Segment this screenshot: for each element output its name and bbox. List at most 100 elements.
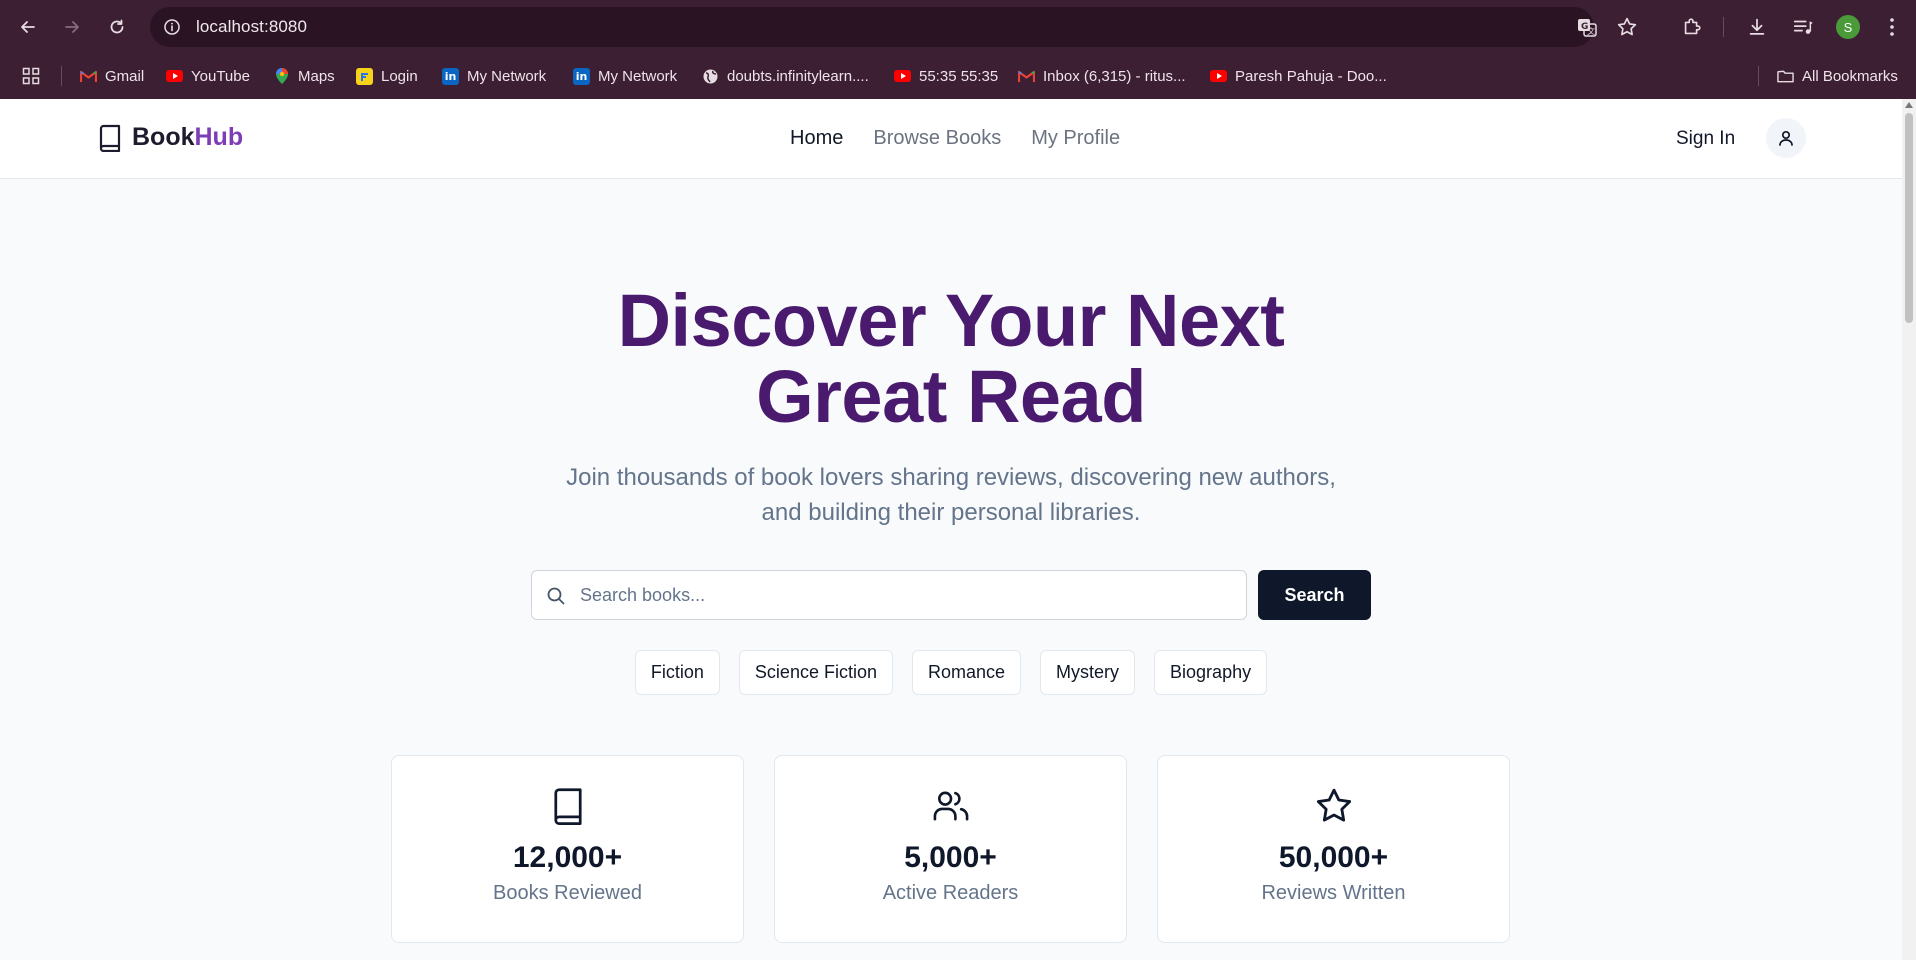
logo-book: Book <box>132 123 195 151</box>
linkedin-icon: in <box>573 67 590 85</box>
star-outline-icon <box>1617 17 1637 36</box>
extensions-button[interactable] <box>1680 15 1704 39</box>
logo-hub: Hub <box>194 123 244 151</box>
back-button[interactable] <box>12 11 44 43</box>
flipkart-icon <box>356 67 373 85</box>
bookmark-my-network-1[interactable]: in My Network <box>442 64 546 88</box>
hero-title-line-1: Discover Your Next <box>617 279 1285 362</box>
hero-subtitle-line-2: and building their personal libraries. <box>761 499 1141 526</box>
search-button[interactable]: Search <box>1258 570 1371 620</box>
nav-link-my-profile[interactable]: My Profile <box>1031 127 1120 150</box>
bookmarks-bar: Gmail YouTube Maps Login in My Network i… <box>0 54 1916 99</box>
all-bookmarks-button[interactable]: All Bookmarks <box>1777 64 1898 88</box>
youtube-icon <box>894 70 911 82</box>
genre-chip-mystery[interactable]: Mystery <box>1040 650 1136 695</box>
stat-value: 12,000+ <box>512 841 623 874</box>
reload-icon <box>110 19 124 34</box>
page-viewport: BookHub Home Browse Books My Profile Sig… <box>0 99 1902 960</box>
bookmark-paresh[interactable]: Paresh Pahuja - Doo... <box>1210 64 1387 88</box>
translate-icon: G文 <box>1578 19 1597 37</box>
bookmark-label: My Network <box>467 67 547 85</box>
logo-text: BookHub <box>132 123 243 152</box>
bookmark-label: All Bookmarks <box>1802 67 1898 85</box>
bookmark-inbox[interactable]: Inbox (6,315) - ritus... <box>1018 64 1186 88</box>
profile-initial: S <box>1843 19 1853 35</box>
page-scrollbar[interactable] <box>1902 99 1916 960</box>
bookmark-label: Inbox (6,315) - ritus... <box>1043 67 1186 85</box>
youtube-icon <box>166 70 183 82</box>
forward-button[interactable] <box>56 11 88 43</box>
genre-chips: Fiction Science Fiction Romance Mystery … <box>0 650 1902 695</box>
bookmarks-divider <box>1758 66 1759 86</box>
bookmark-label: YouTube <box>191 67 250 85</box>
svg-text:文: 文 <box>1587 26 1595 36</box>
arrow-left-icon <box>21 21 35 33</box>
bookmark-maps[interactable]: Maps <box>273 64 335 88</box>
folder-icon <box>1777 68 1794 85</box>
hero-subtitle-line-1: Join thousands of book lovers sharing re… <box>566 464 1336 491</box>
search-icon <box>546 586 566 606</box>
globe-icon <box>702 68 719 85</box>
scrollbar-thumb[interactable] <box>1905 113 1913 323</box>
nav-link-home[interactable]: Home <box>790 127 843 150</box>
more-vertical-icon <box>1890 18 1894 36</box>
info-icon <box>164 19 180 35</box>
media-control-button[interactable] <box>1791 15 1815 39</box>
site-info-button[interactable] <box>160 15 184 39</box>
hero-subtitle: Join thousands of book lovers sharing re… <box>0 460 1902 530</box>
stat-card-reviews-written: 50,000+ Reviews Written <box>1157 755 1510 943</box>
bookmark-login[interactable]: Login <box>356 64 418 88</box>
bookmark-gmail[interactable]: Gmail <box>80 64 144 88</box>
hero-title-line-2: Great Read <box>756 355 1146 438</box>
genre-chip-biography[interactable]: Biography <box>1154 650 1268 695</box>
toolbar-divider <box>1723 17 1724 37</box>
users-icon <box>931 786 971 826</box>
book-icon <box>548 786 588 826</box>
bookmark-my-network-2[interactable]: in My Network <box>573 64 677 88</box>
bookmark-youtube-video[interactable]: 55:35 55:35 <box>894 64 998 88</box>
apps-button[interactable] <box>22 64 40 88</box>
stat-card-books-reviewed: 12,000+ Books Reviewed <box>391 755 744 943</box>
stat-value: 5,000+ <box>904 841 997 874</box>
scroll-up-arrow[interactable] <box>1905 102 1913 108</box>
url-text[interactable]: localhost:8080 <box>196 17 307 37</box>
user-menu-button[interactable] <box>1766 118 1806 158</box>
user-icon <box>1779 130 1793 146</box>
nav-link-browse-books[interactable]: Browse Books <box>873 127 1001 150</box>
apps-grid-icon <box>22 67 40 85</box>
stat-card-active-readers: 5,000+ Active Readers <box>774 755 1127 943</box>
main-nav: Home Browse Books My Profile <box>790 127 1120 150</box>
stat-label: Active Readers <box>882 882 1019 904</box>
bookmark-label: Gmail <box>105 67 145 85</box>
reload-button[interactable] <box>101 11 133 43</box>
search-input[interactable] <box>580 571 1240 619</box>
address-bar[interactable]: localhost:8080 <box>150 7 1594 47</box>
sign-in-button[interactable]: Sign In <box>1676 128 1735 150</box>
bookmark-label: Paresh Pahuja - Doo... <box>1235 67 1387 85</box>
stat-label: Reviews Written <box>1261 882 1406 904</box>
profile-avatar[interactable]: S <box>1836 15 1860 39</box>
puzzle-icon <box>1684 18 1701 35</box>
bookmark-doubts[interactable]: doubts.infinitylearn.... <box>702 64 869 88</box>
genre-chip-fiction[interactable]: Fiction <box>634 650 720 695</box>
browser-menu-button[interactable] <box>1880 15 1904 39</box>
linkedin-icon: in <box>442 67 459 85</box>
genre-chip-romance[interactable]: Romance <box>911 650 1022 695</box>
stat-value: 50,000+ <box>1278 841 1389 874</box>
gmail-icon <box>80 68 97 85</box>
gmail-icon <box>1018 68 1035 85</box>
browser-chrome: localhost:8080 G文 S Gmail YouTube Maps L… <box>0 0 1916 99</box>
search-field[interactable] <box>531 570 1247 620</box>
site-logo[interactable]: BookHub <box>98 123 243 152</box>
genre-chip-science-fiction[interactable]: Science Fiction <box>738 650 893 695</box>
star-icon <box>1314 786 1354 826</box>
top-navbar: BookHub Home Browse Books My Profile Sig… <box>0 99 1902 179</box>
bookmark-label: Login <box>381 67 418 85</box>
downloads-button[interactable] <box>1745 15 1769 39</box>
stat-label: Books Reviewed <box>493 882 642 904</box>
hero-title: Discover Your Next Great Read <box>0 283 1902 435</box>
translate-button[interactable]: G文 <box>1575 15 1599 39</box>
bookmark-star-button[interactable] <box>1615 15 1639 39</box>
youtube-icon <box>1210 70 1227 82</box>
bookmark-youtube[interactable]: YouTube <box>166 64 250 88</box>
